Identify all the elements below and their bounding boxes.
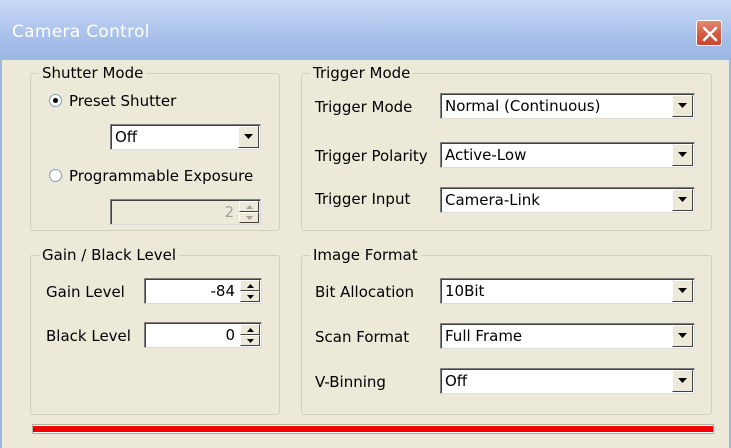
v-binning-label: V-Binning: [315, 373, 386, 391]
shutter-mode-group: Shutter Mode Preset Shutter Off Programm…: [30, 64, 280, 231]
preset-shutter-dropdown-button[interactable]: [238, 126, 259, 148]
title-bar[interactable]: Camera Control: [0, 0, 731, 60]
programmable-exposure-radio[interactable]: [49, 169, 62, 182]
trigger-mode-group: Trigger Mode Trigger Mode Normal (Contin…: [301, 64, 712, 231]
chevron-down-icon: [244, 134, 253, 139]
v-binning-select[interactable]: Off: [440, 368, 695, 394]
programmable-exposure-spinner: 2: [110, 199, 261, 225]
spin-down-icon: [247, 339, 254, 343]
v-binning-value: Off: [445, 372, 468, 390]
trigger-input-dropdown-button[interactable]: [672, 189, 693, 211]
black-level-value[interactable]: 0: [225, 326, 235, 344]
programmable-exposure-spin-up: [239, 201, 259, 212]
trigger-mode-select[interactable]: Normal (Continuous): [440, 93, 695, 119]
trigger-polarity-dropdown-button[interactable]: [672, 144, 693, 166]
black-level-label: Black Level: [46, 327, 131, 345]
preset-shutter-select[interactable]: Off: [110, 124, 261, 150]
trigger-mode-label: Trigger Mode: [315, 98, 413, 116]
chevron-down-icon: [678, 103, 687, 108]
window-title: Camera Control: [12, 22, 150, 42]
bit-allocation-label: Bit Allocation: [315, 283, 415, 301]
chevron-down-icon: [678, 378, 687, 383]
trigger-mode-value: Normal (Continuous): [445, 97, 601, 115]
black-level-spinner[interactable]: 0: [144, 322, 262, 348]
close-icon: [702, 26, 718, 42]
gain-black-level-legend: Gain / Black Level: [39, 246, 180, 264]
trigger-polarity-value: Active-Low: [445, 146, 527, 164]
gain-black-level-group: Gain / Black Level Gain Level -84 Black …: [30, 246, 280, 415]
v-binning-dropdown-button[interactable]: [672, 370, 693, 392]
scan-format-value: Full Frame: [445, 327, 523, 345]
trigger-polarity-select[interactable]: Active-Low: [440, 142, 695, 168]
black-level-spin-down[interactable]: [240, 335, 260, 346]
spin-up-icon: [247, 284, 254, 288]
programmable-exposure-value: 2: [224, 203, 234, 221]
scan-format-dropdown-button[interactable]: [672, 325, 693, 347]
gain-level-spinner[interactable]: -84: [144, 278, 262, 304]
status-progress-bar: [32, 424, 714, 434]
black-level-spin-up[interactable]: [240, 324, 260, 335]
shutter-mode-legend: Shutter Mode: [39, 64, 147, 82]
trigger-mode-dropdown-button[interactable]: [672, 95, 693, 117]
chevron-down-icon: [678, 197, 687, 202]
trigger-polarity-label: Trigger Polarity: [315, 147, 428, 165]
chevron-down-icon: [678, 333, 687, 338]
trigger-input-value: Camera-Link: [445, 191, 540, 209]
chevron-down-icon: [678, 288, 687, 293]
close-button[interactable]: [696, 20, 722, 46]
chevron-down-icon: [678, 152, 687, 157]
trigger-mode-legend: Trigger Mode: [310, 64, 414, 82]
gain-level-value[interactable]: -84: [211, 282, 236, 300]
bit-allocation-select[interactable]: 10Bit: [440, 278, 695, 304]
camera-control-window: Camera Control Shutter Mode Preset Shutt…: [0, 0, 731, 448]
image-format-legend: Image Format: [310, 246, 421, 264]
spin-up-icon: [247, 328, 254, 332]
preset-shutter-value: Off: [115, 128, 138, 146]
progress-fill: [33, 426, 713, 432]
dialog-body: Shutter Mode Preset Shutter Off Programm…: [0, 60, 731, 448]
bit-allocation-dropdown-button[interactable]: [672, 280, 693, 302]
trigger-input-label: Trigger Input: [315, 190, 411, 208]
spin-down-icon: [246, 216, 253, 220]
image-format-group: Image Format Bit Allocation 10Bit Scan F…: [301, 246, 712, 415]
preset-shutter-radio[interactable]: [49, 94, 62, 107]
gain-level-spin-down[interactable]: [240, 291, 260, 302]
spin-up-icon: [246, 205, 253, 209]
scan-format-label: Scan Format: [315, 328, 410, 346]
bit-allocation-value: 10Bit: [445, 282, 485, 300]
programmable-exposure-spin-down: [239, 212, 259, 223]
preset-shutter-label[interactable]: Preset Shutter: [69, 92, 176, 110]
programmable-exposure-label[interactable]: Programmable Exposure: [69, 167, 253, 185]
gain-level-spin-up[interactable]: [240, 280, 260, 291]
scan-format-select[interactable]: Full Frame: [440, 323, 695, 349]
trigger-input-select[interactable]: Camera-Link: [440, 187, 695, 213]
gain-level-label: Gain Level: [46, 283, 125, 301]
spin-down-icon: [247, 295, 254, 299]
